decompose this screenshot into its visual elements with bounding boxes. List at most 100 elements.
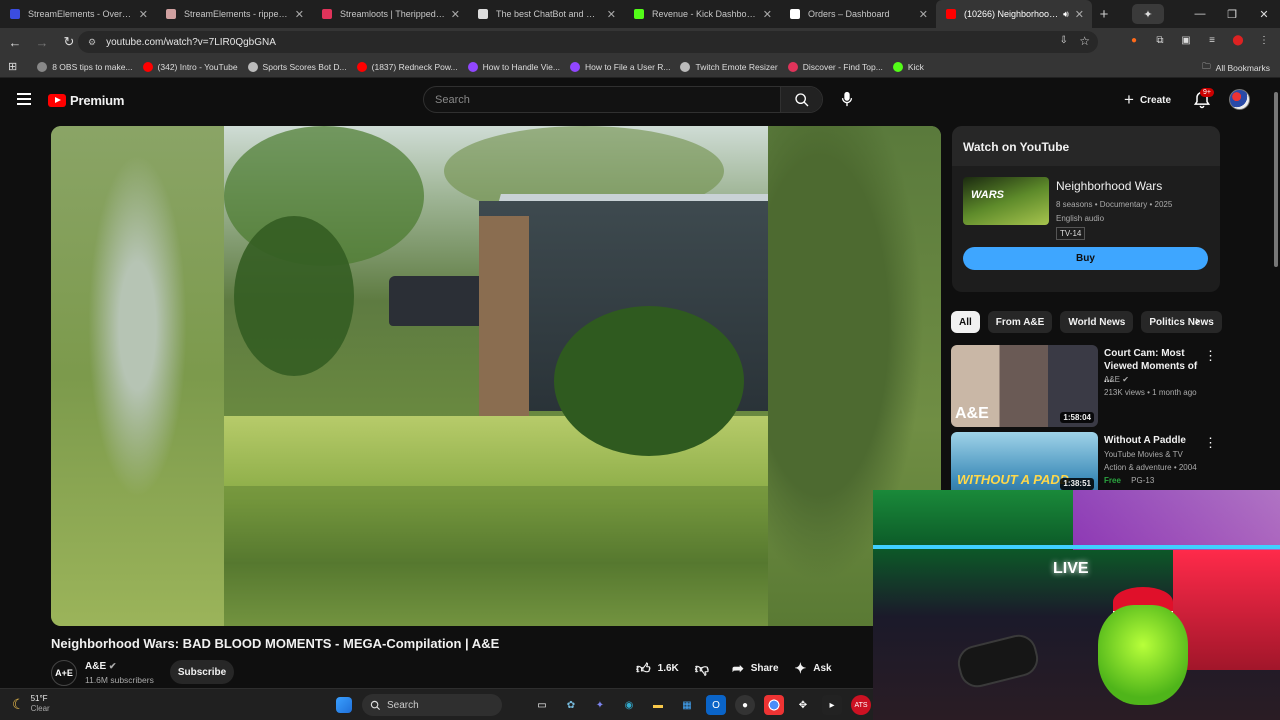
account-avatar[interactable]: [1229, 89, 1250, 110]
buy-button[interactable]: Buy: [963, 247, 1208, 270]
weather-widget[interactable]: ☾ 51°F Clear: [12, 694, 50, 714]
bookmark-item[interactable]: (342) Intro - YouTube: [142, 61, 238, 72]
browser-tab[interactable]: The best ChatBot and Widgets ✕: [468, 0, 624, 28]
chevron-right-icon[interactable]: ›: [1195, 312, 1200, 328]
share-button[interactable]: ➦ Share: [732, 660, 779, 677]
bookmark-item[interactable]: How to File a User R...: [569, 61, 670, 72]
video-player[interactable]: [51, 126, 941, 626]
teams-icon[interactable]: ✦: [590, 695, 610, 715]
tab-close-icon[interactable]: ✕: [763, 8, 772, 21]
minimize-button[interactable]: —: [1184, 8, 1216, 20]
filter-chip[interactable]: World News: [1060, 311, 1134, 333]
tab-close-icon[interactable]: ✕: [451, 8, 460, 21]
bookmark-item[interactable]: Twitch Emote Resizer: [680, 61, 778, 72]
bookmark-star-icon[interactable]: ☆: [1079, 34, 1090, 48]
bookmark-item[interactable]: How to Handle Vie...: [467, 61, 560, 72]
tab-close-icon[interactable]: ✕: [139, 8, 148, 21]
browser-tab[interactable]: StreamElements - rippedredne ✕: [156, 0, 312, 28]
more-options-icon[interactable]: ⋮: [1204, 348, 1217, 364]
dislike-button[interactable]: 👎︎: [695, 660, 716, 677]
browser-tab[interactable]: Streamloots | Therippedredne ✕: [312, 0, 468, 28]
rec-channel[interactable]: YouTube Movies & TV: [1104, 448, 1197, 461]
like-button[interactable]: 👍︎ 1.6K: [636, 660, 679, 677]
bookmark-item[interactable]: Kick: [892, 61, 924, 72]
obs-icon[interactable]: ●: [735, 695, 755, 715]
filter-chip[interactable]: All: [951, 311, 980, 333]
search-button[interactable]: [780, 87, 822, 112]
store-icon[interactable]: ▦: [677, 695, 697, 715]
more-menu-icon[interactable]: ⋮: [1256, 32, 1272, 48]
forward-button[interactable]: →: [30, 35, 54, 50]
extension-orange-icon[interactable]: ●: [1126, 32, 1142, 48]
speaker-icon[interactable]: 🔊︎: [1063, 9, 1069, 20]
bookmark-item[interactable]: Discover - Find Top...: [787, 61, 883, 72]
rec-item[interactable]: A&E 1:58:04 Court Cam: Most Viewed Momen…: [951, 345, 1219, 427]
folder-icon: 🗀: [1202, 61, 1211, 71]
ask-button[interactable]: ✦ Ask: [795, 660, 832, 677]
rec-duration: 1:38:51: [1060, 478, 1094, 490]
browser-tab[interactable]: (10266) Neighborhood W 🔊︎ ✕: [936, 0, 1092, 28]
new-tab-button[interactable]: +: [1092, 6, 1116, 23]
restore-button[interactable]: ❐: [1216, 8, 1248, 21]
windows-start-icon[interactable]: [336, 697, 352, 713]
voice-search-button[interactable]: [838, 90, 856, 108]
chrome-icon[interactable]: [764, 695, 784, 715]
all-bookmarks-button[interactable]: 🗀 All Bookmarks: [1202, 61, 1270, 75]
close-window-button[interactable]: ✕: [1248, 8, 1280, 21]
task-view-icon[interactable]: ▭: [532, 695, 552, 715]
channel-avatar[interactable]: A+E: [51, 660, 77, 686]
gemini-icon[interactable]: ✦: [1132, 4, 1164, 24]
back-button[interactable]: ←: [3, 35, 27, 50]
rec-title[interactable]: Without A Paddle: [1104, 434, 1200, 447]
rec-thumbnail[interactable]: A&E 1:58:04: [951, 345, 1098, 427]
tab-close-icon[interactable]: ✕: [295, 8, 304, 21]
subscribe-button[interactable]: Subscribe: [170, 660, 234, 684]
url-text[interactable]: youtube.com/watch?v=7LIR0QgbGNA: [106, 37, 276, 48]
browser-tab[interactable]: Revenue - Kick Dashboard ✕: [624, 0, 780, 28]
free-badge: Free: [1104, 476, 1121, 485]
extensions-puzzle-icon[interactable]: ⧉: [1152, 32, 1168, 48]
app-red-icon[interactable]: ATS: [851, 695, 871, 715]
app-icon[interactable]: ✥: [793, 695, 813, 715]
bookmark-item[interactable]: 8 OBS tips to make...: [37, 61, 133, 72]
video-frame[interactable]: [224, 126, 771, 626]
filter-chip[interactable]: From A&E: [987, 311, 1053, 333]
profile-icon[interactable]: ⬤: [1230, 32, 1246, 48]
bookmark-item[interactable]: Sports Scores Bot D...: [247, 61, 347, 72]
all-bookmarks-label: All Bookmarks: [1215, 63, 1270, 73]
edge-icon[interactable]: ◉: [619, 695, 639, 715]
search-input[interactable]: Search: [424, 87, 780, 112]
rec-item[interactable]: WITHOUT A PADD 1:38:51 Without A Paddle …: [951, 432, 1219, 490]
taskbar-search[interactable]: Search: [362, 694, 502, 716]
copilot-icon[interactable]: ✿: [561, 695, 581, 715]
bookmark-item[interactable]: (1837) Redneck Pow...: [356, 61, 458, 72]
youtube-premium-logo[interactable]: Premium: [48, 93, 124, 108]
terminal-icon[interactable]: ▸: [822, 695, 842, 715]
browser-tab[interactable]: StreamElements - Overlays ✕: [0, 0, 156, 28]
omnibox[interactable]: ⚙ youtube.com/watch?v=7LIR0QgbGNA ⇩ ☆: [78, 31, 1098, 53]
browser-tab[interactable]: Orders – Dashboard ✕: [780, 0, 936, 28]
filter-chip[interactable]: Politics News: [1141, 311, 1222, 333]
search-box[interactable]: Search: [423, 86, 823, 113]
tab-close-icon[interactable]: ✕: [1075, 8, 1084, 21]
show-thumbnail[interactable]: WARS: [963, 177, 1049, 225]
ae-watermark: A&E: [955, 405, 989, 422]
menu-icon[interactable]: [17, 93, 31, 105]
outlook-icon[interactable]: O: [706, 695, 726, 715]
rec-channel[interactable]: A&E: [1104, 375, 1120, 384]
show-title[interactable]: Neighborhood Wars: [1056, 179, 1162, 193]
channel-name[interactable]: A&E ✔: [85, 661, 116, 672]
create-button[interactable]: + Create: [1124, 90, 1171, 110]
rec-thumbnail[interactable]: WITHOUT A PADD 1:38:51: [951, 432, 1098, 490]
bookmark-label: How to Handle Vie...: [482, 61, 560, 72]
more-options-icon[interactable]: ⋮: [1204, 435, 1217, 451]
apps-grid-icon[interactable]: ⊞: [8, 60, 17, 73]
site-info-icon[interactable]: ⚙: [88, 37, 96, 48]
tab-close-icon[interactable]: ✕: [919, 8, 928, 21]
media-control-icon[interactable]: ≡: [1204, 32, 1220, 48]
install-app-icon[interactable]: ⇩: [1060, 35, 1068, 46]
sidepanel-icon[interactable]: ▣: [1178, 32, 1194, 48]
page-scrollbar[interactable]: [1272, 80, 1280, 270]
file-explorer-icon[interactable]: ▬: [648, 695, 668, 715]
tab-close-icon[interactable]: ✕: [607, 8, 616, 21]
